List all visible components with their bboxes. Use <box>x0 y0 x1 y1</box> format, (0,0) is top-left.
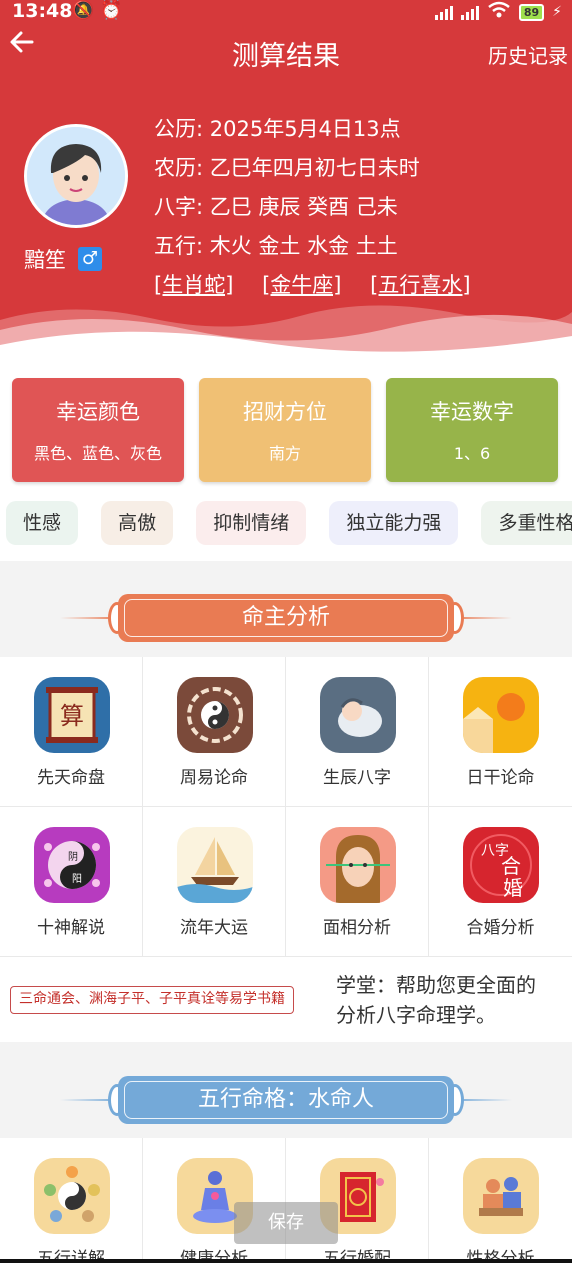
grid-item-rigan[interactable]: 日干论命 <box>429 657 572 807</box>
section-title: 五行命格：水命人 <box>118 1076 454 1124</box>
wealth-direction-card[interactable]: 招财方位 南方 <box>199 378 371 482</box>
school-description: 学堂：帮助您更全面的 分析八字命理学。 <box>336 970 536 1030</box>
yin-yang-circle-icon: 阴阳 <box>34 827 110 903</box>
baby-icon <box>320 677 396 753</box>
grid-item-label: 日干论命 <box>466 768 535 788</box>
sun-icon <box>463 677 539 753</box>
alarm-clock-icon: ⏰ <box>100 0 123 21</box>
analysis-grid: 算 先天命盘 周易论命 生辰八字 日干论命 阴阳 十神解说 流年大运 面相分析 … <box>0 657 572 958</box>
save-button[interactable]: 保存 <box>234 1202 338 1244</box>
people-desk-icon <box>463 1158 539 1234</box>
grid-item-health[interactable]: 健康分析 <box>143 1138 286 1263</box>
status-time: 13:48 <box>12 0 73 22</box>
yin-char: 阴 <box>68 851 78 863</box>
section-banner-wuxing: 五行命格：水命人 <box>0 1070 572 1130</box>
yang-char: 阳 <box>72 873 82 885</box>
card-value: 南方 <box>268 444 301 463</box>
grid-item-shengchen[interactable]: 生辰八字 <box>286 657 429 807</box>
solar-date: 公历: 2025年5月4日13点 <box>154 117 401 141</box>
grid-item-shishen[interactable]: 阴阳 十神解说 <box>0 807 143 957</box>
he-char: 合 <box>501 854 521 878</box>
lucky-number-card[interactable]: 幸运数字 1、6 <box>386 378 558 482</box>
yin-yang-icon <box>177 677 253 753</box>
wave-decoration <box>0 305 572 370</box>
lunar-date: 农历: 乙巳年四月初七日未时 <box>154 156 420 180</box>
book-list-tag[interactable]: 三命通会、渊海子平、子平真诠等易学书籍 <box>10 986 294 1014</box>
abacus-scroll-icon: 算 <box>34 677 110 753</box>
trait-tag[interactable]: 独立能力强 <box>329 501 459 545</box>
face-scan-icon <box>320 827 396 903</box>
school-desc-line: 学堂：帮助您更全面的 <box>336 973 536 997</box>
status-right: 89 ⚡ <box>434 1 562 23</box>
grid-item-label: 面相分析 <box>323 918 391 938</box>
status-bar: 13:48 🔕 ⏰ 89 ⚡ <box>0 0 572 26</box>
male-icon: ♂ <box>78 247 102 271</box>
luck-cards: 幸运颜色 黑色、蓝色、灰色 招财方位 南方 幸运数字 1、6 <box>12 378 560 486</box>
page-title: 测算结果 <box>232 41 340 72</box>
birth-info: 公历: 2025年5月4日13点 农历: 乙巳年四月初七日未时 八字: 乙巳 庚… <box>154 110 493 305</box>
card-value: 黑色、蓝色、灰色 <box>33 444 162 463</box>
hd-signal-icon <box>434 4 453 20</box>
card-value: 1、6 <box>453 444 491 463</box>
top-bar: 测算结果 历史记录 <box>0 26 572 78</box>
section-title: 命主分析 <box>118 594 454 642</box>
school-row[interactable]: 三命通会、渊海子平、子平真诠等易学书籍 学堂：帮助您更全面的 分析八字命理学。 <box>0 958 572 1042</box>
mute-bell-icon: 🔕 <box>72 0 95 21</box>
card-title: 幸运数字 <box>430 400 514 424</box>
bazi-row: 八字: 乙巳 庚辰 癸酉 己未 <box>154 195 398 219</box>
school-desc-line: 分析八字命理学。 <box>336 1003 496 1027</box>
grid-item-xiantian[interactable]: 算 先天命盘 <box>0 657 143 807</box>
sailboat-icon <box>177 827 253 903</box>
trait-tags: 性感 高傲 抑制情绪 独立能力强 多重性格 <box>6 501 572 547</box>
grid-item-label: 生辰八字 <box>323 768 391 788</box>
wifi-icon <box>487 1 511 23</box>
grid-item-liunian[interactable]: 流年大运 <box>143 807 286 957</box>
grid-item-hehun[interactable]: 八字合婚 合婚分析 <box>429 807 572 957</box>
card-title: 幸运颜色 <box>56 400 140 424</box>
trait-tag[interactable]: 高傲 <box>101 501 174 545</box>
five-elements-icon <box>34 1158 110 1234</box>
lucky-color-card[interactable]: 幸运颜色 黑色、蓝色、灰色 <box>12 378 184 482</box>
grid-item-personality[interactable]: 性格分析 <box>429 1138 572 1263</box>
header: 13:48 🔕 ⏰ 89 ⚡ 测算结果 历史记录 黯笙 ♂ 公历: 2025年5… <box>0 0 572 370</box>
grid-item-label: 合婚分析 <box>466 918 535 938</box>
section-banner-analysis: 命主分析 <box>0 588 572 648</box>
grid-item-label: 十神解说 <box>37 918 105 938</box>
suan-char: 算 <box>60 702 84 730</box>
card-title: 招财方位 <box>243 400 327 424</box>
grid-item-zhouyi[interactable]: 周易论命 <box>143 657 286 807</box>
grid-item-wuxing-match[interactable]: 五行婚配 <box>286 1138 429 1263</box>
trait-tag[interactable]: 抑制情绪 <box>196 501 307 545</box>
signal-icon <box>460 4 479 20</box>
nav-bar-edge <box>0 1259 572 1263</box>
avatar <box>24 124 128 228</box>
hun-char: 婚 <box>503 876 523 900</box>
grid-item-wuxing-detail[interactable]: 五行详解 <box>0 1138 143 1263</box>
trait-tag[interactable]: 多重性格 <box>481 501 572 545</box>
user-name-text: 黯笙 <box>24 248 66 272</box>
double-happiness-icon: 八字合婚 <box>463 827 539 903</box>
grid-item-label: 流年大运 <box>180 918 248 938</box>
history-button[interactable]: 历史记录 <box>488 40 568 69</box>
trait-tag[interactable]: 性感 <box>6 501 79 545</box>
wuxing-row: 五行: 木火 金土 水金 土土 <box>154 234 398 258</box>
grid-item-label: 先天命盘 <box>37 768 105 788</box>
charging-icon: ⚡ <box>552 4 562 20</box>
grid-item-label: 周易论命 <box>180 768 248 788</box>
alarm-icons: 🔕 ⏰ <box>72 0 123 21</box>
user-name: 黯笙 ♂ <box>24 244 102 274</box>
grid-item-mianxiang[interactable]: 面相分析 <box>286 807 429 957</box>
battery-indicator: 89 <box>518 3 545 21</box>
